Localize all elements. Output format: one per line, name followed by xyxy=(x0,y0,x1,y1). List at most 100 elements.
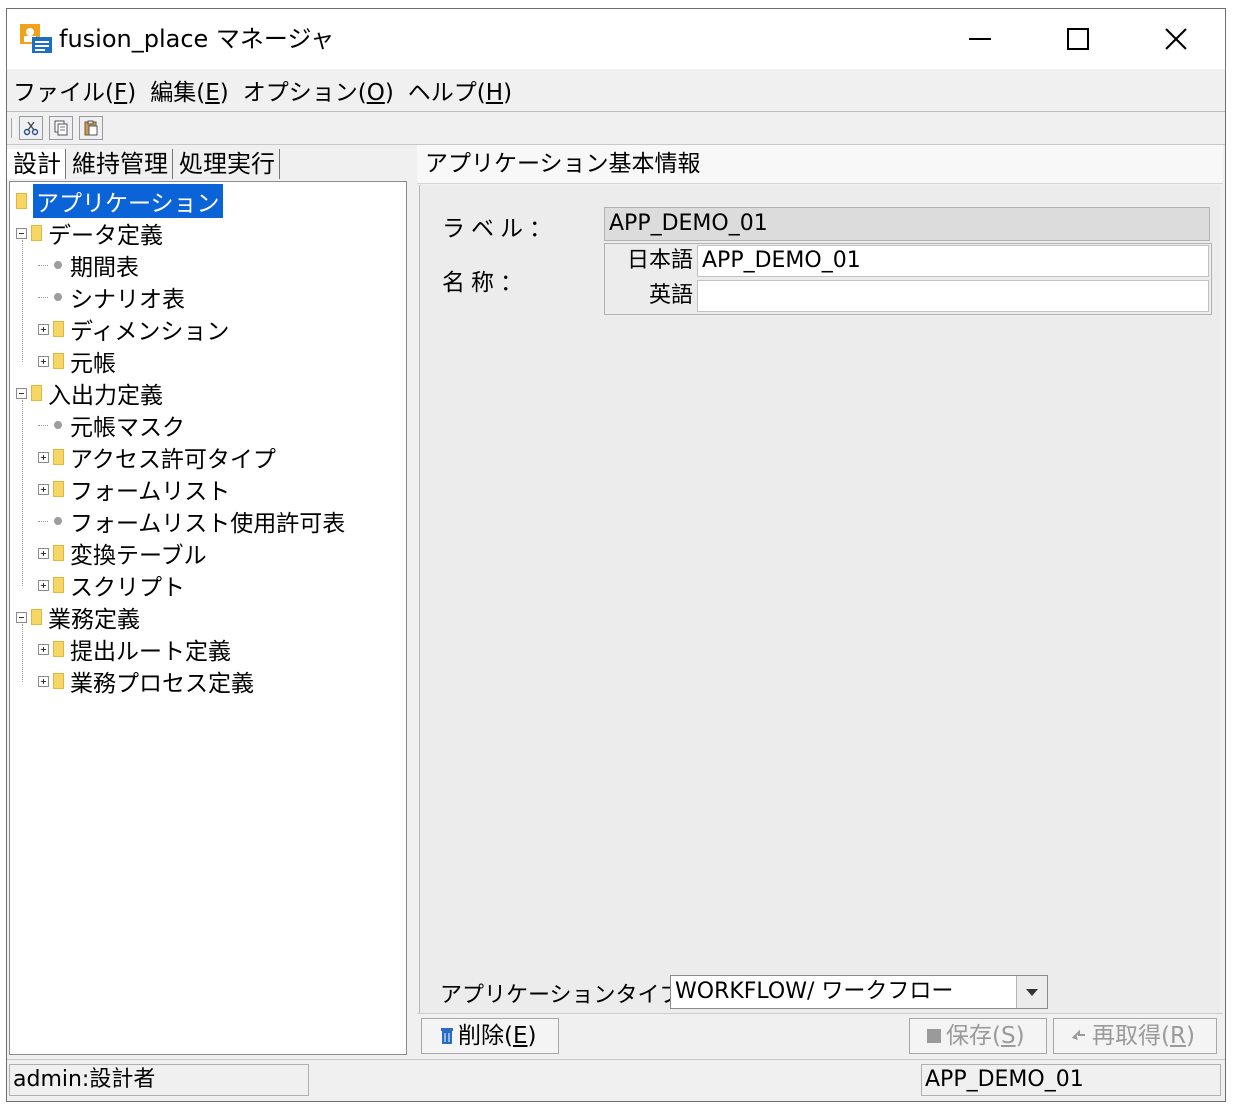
app-type-select[interactable]: WORKFLOW/ ワークフロー xyxy=(670,975,1048,1009)
maximize-button[interactable] xyxy=(1029,9,1127,69)
detail-panel: アプリケーション基本情報 ラベル： APP_DEMO_01 名称： 日本語 AP… xyxy=(417,145,1223,1015)
expand-icon[interactable] xyxy=(38,323,49,335)
dropdown-arrow-button[interactable] xyxy=(1016,976,1047,1008)
app-logo-icon xyxy=(19,23,53,55)
tree-node[interactable]: アクセス許可タイプ xyxy=(38,442,276,473)
tree-node-label: アクセス許可タイプ xyxy=(70,447,276,473)
app-type-caption: アプリケーションタイプ： xyxy=(440,983,704,1008)
tab-execution[interactable]: 処理実行 xyxy=(173,149,280,179)
folder-icon xyxy=(53,673,64,689)
tab-bar: 設計 維持管理 処理実行 xyxy=(7,145,412,179)
tree-node-label: データ定義 xyxy=(48,223,163,249)
expand-icon[interactable] xyxy=(38,547,49,559)
copy-button[interactable] xyxy=(49,116,73,140)
navigation-panel: 設計 維持管理 処理実行 アプリケーションデータ定義期間表 シナリオ表ディメンショ… xyxy=(7,145,412,1057)
app-window: fusion_place マネージャ ファイル(F) 編集(E) オプション(O… xyxy=(6,8,1226,1102)
tree-connector xyxy=(38,520,48,522)
collapse-icon[interactable] xyxy=(16,611,27,623)
tree-node[interactable]: ディメンション xyxy=(38,314,230,345)
refresh-icon xyxy=(1072,1029,1085,1040)
cut-button[interactable] xyxy=(19,116,43,140)
folder-icon xyxy=(31,609,42,625)
name-en-input[interactable] xyxy=(697,280,1209,312)
title-bar: fusion_place マネージャ xyxy=(7,9,1225,69)
tree-node-label: 業務プロセス定義 xyxy=(70,671,254,697)
name-group: 日本語 APP_DEMO_01 英語 xyxy=(604,243,1212,315)
folder-icon xyxy=(31,225,42,241)
name-ja-input[interactable]: APP_DEMO_01 xyxy=(697,245,1209,277)
menu-options[interactable]: オプション(O) xyxy=(243,73,394,107)
tree-node[interactable]: シナリオ表 xyxy=(38,282,185,313)
close-icon xyxy=(1165,28,1187,50)
detail-title: アプリケーション基本情報 xyxy=(425,151,701,177)
tree-node-label: 提出ルート定義 xyxy=(70,639,231,665)
label-field: APP_DEMO_01 xyxy=(604,207,1210,241)
save-icon xyxy=(927,1029,941,1043)
tree-node[interactable]: 元帳マスク xyxy=(38,410,185,441)
collapse-icon[interactable] xyxy=(16,387,27,399)
app-type-value: WORKFLOW/ ワークフロー xyxy=(675,979,954,1004)
chevron-down-icon xyxy=(1026,989,1038,996)
save-button[interactable]: 保存(S) xyxy=(909,1018,1047,1054)
tree-node-label: 業務定義 xyxy=(48,607,140,633)
tree-node[interactable]: 業務プロセス定義 xyxy=(38,666,254,697)
tree-node-label: 期間表 xyxy=(70,255,139,281)
close-button[interactable] xyxy=(1127,9,1225,69)
trash-icon xyxy=(441,1028,453,1044)
maximize-icon xyxy=(1067,28,1089,50)
folder-icon xyxy=(53,545,64,561)
paste-button[interactable] xyxy=(79,116,103,140)
tree-node-label: スクリプト xyxy=(70,575,185,601)
tree-node-label: 元帳マスク xyxy=(70,415,185,441)
name-ja-caption: 日本語 xyxy=(626,248,693,273)
tree-node-label: アプリケーション xyxy=(33,184,223,218)
action-bar: 削除(E) 保存(S) 再取得(R) xyxy=(417,1013,1223,1058)
tab-maintenance[interactable]: 維持管理 xyxy=(66,149,173,179)
menu-file[interactable]: ファイル(F) xyxy=(13,73,136,107)
name-en-caption: 英語 xyxy=(648,283,693,308)
expand-icon[interactable] xyxy=(38,579,49,591)
name-caption: 名称： xyxy=(442,270,529,296)
minimize-button[interactable] xyxy=(931,9,1029,69)
delete-button[interactable]: 削除(E) xyxy=(421,1018,559,1054)
refresh-button[interactable]: 再取得(R) xyxy=(1053,1018,1217,1054)
menu-bar: ファイル(F) 編集(E) オプション(O) ヘルプ(H) xyxy=(7,69,1225,111)
menu-help[interactable]: ヘルプ(H) xyxy=(408,73,512,107)
folder-icon xyxy=(31,385,42,401)
folder-icon xyxy=(53,641,64,657)
collapse-icon[interactable] xyxy=(16,227,27,239)
expand-icon[interactable] xyxy=(38,355,49,367)
tree-node[interactable]: 入出力定義 xyxy=(16,378,163,409)
tree-connector xyxy=(22,624,23,682)
design-tree[interactable]: アプリケーションデータ定義期間表 シナリオ表ディメンション 元帳入出力定義元帳マスク… xyxy=(9,181,407,1055)
folder-icon xyxy=(53,449,64,465)
tree-node-label: 入出力定義 xyxy=(48,383,163,409)
tab-design[interactable]: 設計 xyxy=(7,149,66,179)
tree-node[interactable]: 業務定義 xyxy=(16,602,140,633)
expand-icon[interactable] xyxy=(38,643,49,655)
minimize-icon xyxy=(969,38,991,40)
tree-node[interactable]: 提出ルート定義 xyxy=(38,634,231,665)
tree-node[interactable]: 期間表 xyxy=(38,250,139,281)
tree-node[interactable]: フォームリスト使用許可表 xyxy=(38,506,346,537)
expand-icon[interactable] xyxy=(38,675,49,687)
folder-icon xyxy=(53,577,64,593)
tree-connector xyxy=(22,240,23,362)
tree-node[interactable]: データ定義 xyxy=(16,218,163,249)
menu-edit[interactable]: 編集(E) xyxy=(150,73,229,107)
folder-icon xyxy=(53,481,64,497)
tree-connector xyxy=(38,264,48,266)
tree-node[interactable]: アプリケーション xyxy=(16,184,223,218)
tree-node[interactable]: スクリプト xyxy=(38,570,185,601)
toolbar xyxy=(7,112,1225,145)
tree-node[interactable]: 変換テーブル xyxy=(38,538,207,569)
tree-connector xyxy=(38,424,48,426)
tree-node[interactable]: 元帳 xyxy=(38,346,116,377)
expand-icon[interactable] xyxy=(38,483,49,495)
tree-node-label: フォームリスト使用許可表 xyxy=(70,511,346,537)
tree-node[interactable]: フォームリスト xyxy=(38,474,230,505)
tree-node-label: 元帳 xyxy=(70,351,116,377)
tree-node-label: ディメンション xyxy=(70,319,230,345)
status-bar: admin:設計者 APP_DEMO_01 xyxy=(7,1059,1225,1101)
expand-icon[interactable] xyxy=(38,451,49,463)
